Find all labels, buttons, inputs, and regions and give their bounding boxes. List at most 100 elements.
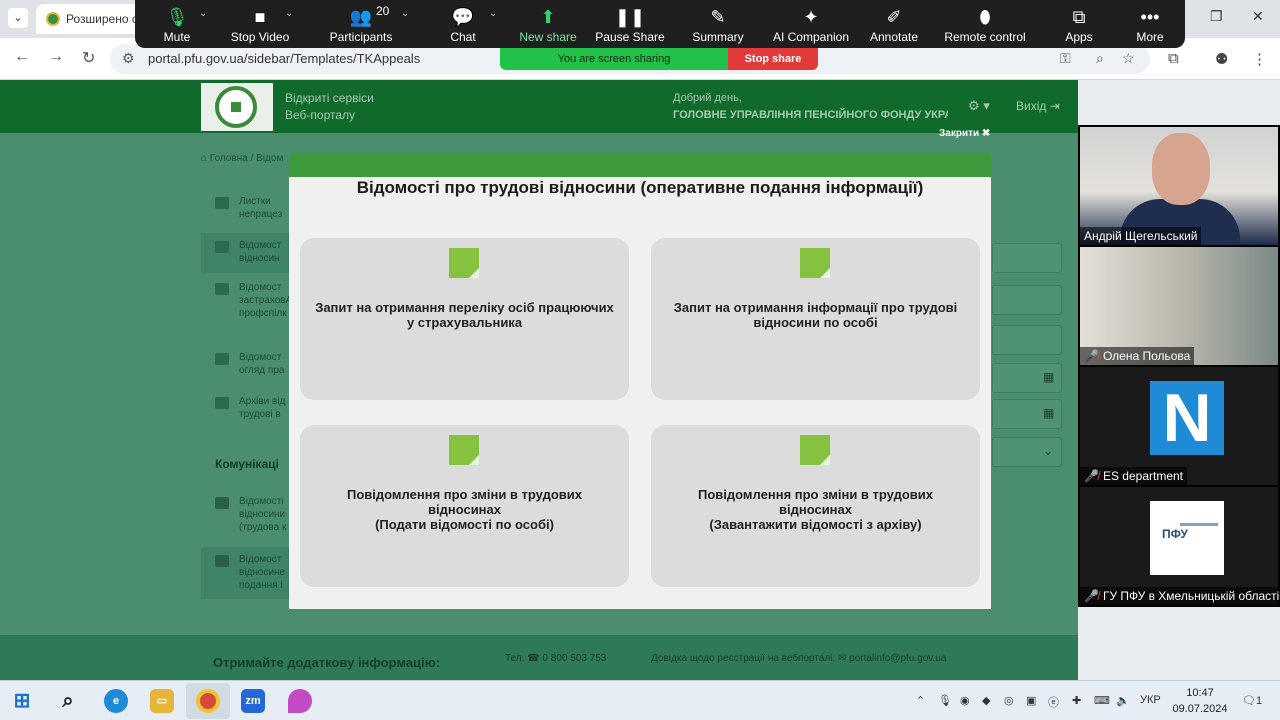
reload-icon[interactable]: ↻ [82,48,95,68]
more-button[interactable]: ••• More [1110,4,1190,44]
extensions-icon[interactable]: ⧉ [1168,50,1179,67]
new-share-button[interactable]: ⬆ New share [508,4,588,44]
screen-share-banner: You are screen sharing Stop share [500,48,818,70]
modal-close-button[interactable]: Закрити ✖ [939,128,990,139]
tab-list-chevron-icon[interactable]: ⌄ [8,8,28,28]
file-explorer-icon[interactable]: ▭ [150,689,174,713]
tray-app-icon[interactable]: ⓔ [1048,694,1059,710]
notifications-icon[interactable]: 🗨1 [1242,694,1262,707]
participant-tile[interactable]: ПФУ 🎤̸ ГУ ПФУ в Хмельницькій області [1080,487,1280,605]
search-icon[interactable]: ⌕ [56,689,80,713]
bookmark-star-icon[interactable]: ☆ [1122,50,1135,67]
note-icon [800,248,830,278]
footer-title: Отримайте додаткову інформацію: [213,655,441,670]
clock-date: 09.07.2024 [1172,703,1228,715]
sidebar-item[interactable]: Відомості відносини (трудова к [201,495,289,541]
chat-options-chevron-icon[interactable]: ⌄ [489,8,497,19]
sidebar-item[interactable]: Листки непрацез [201,195,289,231]
settings-gear-icon[interactable]: ⚙ ▾ [968,98,990,114]
chrome-browser-icon[interactable] [196,689,220,713]
drop-app-icon[interactable] [288,689,312,713]
annotate-button[interactable]: ✐ Annotate [854,4,934,44]
close-window-icon[interactable]: ✕ [1252,8,1264,25]
participant-video-tile[interactable]: Андрій Щегельський [1080,127,1278,245]
date-field[interactable]: ▦ [992,363,1062,393]
calendar-icon[interactable]: ▦ [1043,406,1054,420]
tray-app-icon[interactable]: ◆ [982,694,990,707]
sidebar-item[interactable]: Відомост відносине подання і [201,547,289,599]
folder-icon [215,497,229,509]
video-options-chevron-icon[interactable]: ⌄ [285,8,293,19]
tray-chevron-up-icon[interactable]: ⌃ [916,694,925,707]
zoom-magnifier-icon[interactable]: ⌕ [1096,50,1104,67]
request-person-employment-card[interactable]: Запит на отримання інформації про трудов… [651,238,980,400]
apps-button[interactable]: ⧉ Apps [1039,4,1119,44]
sidebar-item[interactable]: Архіви від трудові в [201,395,289,427]
participant-name: 🎤̸ Олена Польова [1080,347,1195,365]
restore-window-icon[interactable]: ❐ [1210,8,1223,25]
logout-button[interactable]: Вихід ⇥ [1016,99,1060,113]
pause-share-label: Pause Share [595,30,665,44]
pfu-logo[interactable] [201,83,273,131]
card-label: Повідомлення про зміни в трудових віднос… [347,487,582,532]
mute-options-chevron-icon[interactable]: ⌄ [199,8,207,19]
card-label: Запит на отримання переліку осіб працююч… [315,300,614,330]
profile-icon[interactable]: ⚉ [1215,50,1228,68]
browser-menu-icon[interactable]: ⋮ [1252,50,1267,68]
breadcrumb-text[interactable]: Головна / Відом [210,153,284,164]
participant-video-tile[interactable]: 🎤̸ Олена Польова [1080,247,1278,365]
document-icon [215,241,229,253]
pause-icon: ❚❚ [614,7,646,27]
tray-mic-icon[interactable]: 🎙 [938,694,952,707]
sidebar-item-label: Архіви від трудові в [239,396,286,420]
windows-start-icon[interactable]: ⊞ [10,689,34,713]
password-key-icon[interactable]: ⚿ [1060,50,1071,67]
folder-icon [215,555,229,567]
ai-companion-button[interactable]: ✦ AI Companion [771,4,851,44]
site-favicon-icon [46,12,60,26]
calendar-icon[interactable]: ▦ [1043,370,1054,384]
network-icon[interactable]: ⌨ [1094,694,1110,707]
sidebar-item-label: Відомост відносине подання і [239,554,286,591]
request-insured-employees-card[interactable]: Запит на отримання переліку осіб працююч… [300,238,629,400]
tray-app-icon[interactable]: ◎ [1004,694,1014,707]
sidebar-item[interactable]: Відомост застраховA профспілк [201,281,289,329]
sidebar-item-active[interactable]: Відомост відносин [201,233,289,273]
filter-field[interactable] [992,325,1062,355]
document-icon [215,397,229,409]
back-arrow-icon[interactable]: ← [14,48,30,66]
upload-changes-from-archive-card[interactable]: Повідомлення про зміни в трудових віднос… [651,425,980,587]
stop-share-button[interactable]: Stop share [728,48,818,70]
system-clock[interactable]: 10:47 09.07.2024 [1170,685,1230,717]
edge-browser-icon[interactable]: e [104,689,128,713]
card-label: Повідомлення про зміни в трудових віднос… [698,487,933,532]
forward-arrow-icon[interactable]: → [48,48,64,66]
filter-field[interactable] [992,285,1062,315]
tray-app-icon[interactable]: ✚ [1072,694,1081,707]
brand-line-2: Веб-порталу [285,108,356,122]
participants-label: Participants [329,30,393,44]
filter-field[interactable] [992,243,1062,273]
chat-label: Chat [450,30,476,44]
summary-button[interactable]: ✎ Summary [678,4,758,44]
mute-label: Mute [163,30,191,44]
participant-tile[interactable]: N 🎤̸ ES department [1080,367,1278,485]
volume-icon[interactable]: 🔈 [1116,694,1130,707]
report-changes-by-person-card[interactable]: Повідомлення про зміни в трудових віднос… [300,425,629,587]
tray-app-icon[interactable]: ◉ [960,694,970,707]
participants-options-chevron-icon[interactable]: ⌄ [401,8,409,19]
zoom-app-icon[interactable]: zm [241,689,265,713]
remote-control-button[interactable]: ⬮ Remote control [935,4,1035,44]
input-language[interactable]: УКР [1140,694,1161,706]
date-field[interactable]: ▦ [992,399,1062,429]
pause-share-button[interactable]: ❚❚ Pause Share [590,4,670,44]
select-field[interactable]: ⌄ [992,437,1062,467]
portal-footer: Отримайте додаткову інформацію: Тел. ☎ 0… [0,635,1078,685]
footer-help[interactable]: Довідка щодо реєстрації на вебпорталі: ✉… [651,653,946,664]
tray-app-icon[interactable]: ▣ [1026,694,1036,707]
sidebar-item[interactable]: Відомост огляд пра [201,351,289,383]
site-info-icon[interactable]: ⚙ [122,50,135,67]
mic-muted-icon: 🎤̸ [1084,349,1099,363]
footer-phone[interactable]: Тел. ☎ 0 800 503 753 [505,653,606,664]
sidebar-item-label: Відомост застраховA профспілк [239,282,289,319]
